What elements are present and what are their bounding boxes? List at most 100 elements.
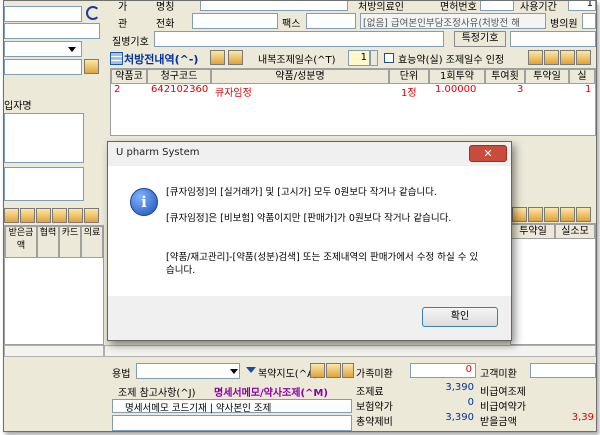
totals-panel: 가족미환 0 고객미환 조제료 3,390 비급여조제 보험약가 0 비급여약가… xyxy=(354,359,596,431)
dosing-tool-1[interactable] xyxy=(310,363,325,378)
period-field[interactable]: 1 xyxy=(568,0,596,11)
tool-icon-6[interactable] xyxy=(84,208,99,223)
grid-icon xyxy=(110,52,123,65)
col-times[interactable]: 투여횟 xyxy=(485,69,525,84)
disease-field[interactable] xyxy=(154,31,444,47)
chevron-down-icon-2[interactable] xyxy=(230,369,238,374)
dialog-message-1: [큐자임정]의 [실거래가] 및 [고시가] 모두 0원보다 작거나 같습니다. xyxy=(166,187,437,198)
lower-col-real[interactable]: 실소모 xyxy=(555,224,595,239)
statement-tab[interactable]: 명세서메모/약사조제(^M) xyxy=(214,384,328,399)
tool-icon-7[interactable] xyxy=(512,207,527,222)
lower-right-grid: 투약일 실소모 xyxy=(510,223,596,345)
eraser-icon[interactable] xyxy=(84,59,99,74)
stock-col-card[interactable]: 카드 xyxy=(59,226,81,258)
left-field-3[interactable] xyxy=(4,59,82,75)
left-stock-grid: 받은금액 협력 카드 의료 xyxy=(4,225,104,345)
name-label: 명칭 xyxy=(156,2,175,13)
tool-icon-3[interactable] xyxy=(36,208,51,223)
save-icon[interactable] xyxy=(544,50,559,65)
left-field-2[interactable] xyxy=(4,23,100,39)
search-icon[interactable] xyxy=(528,50,543,65)
exemption-text: [없음] 급여본인부담조정사유(처방전 해 xyxy=(363,18,520,29)
col-drug-code[interactable]: 약품코 xyxy=(111,69,147,84)
memo-area[interactable] xyxy=(112,415,352,431)
days-spinner[interactable] xyxy=(370,50,378,66)
col-dose[interactable]: 1회투약 xyxy=(429,69,485,84)
lower-col-days[interactable]: 투약일 xyxy=(511,224,555,239)
customer-unpaid-label: 고객미환 xyxy=(480,369,517,380)
chevron-down-icon[interactable] xyxy=(68,47,76,52)
tool-icon-2[interactable] xyxy=(20,208,35,223)
refresh-icon[interactable] xyxy=(86,6,100,20)
dosing-tool-3[interactable] xyxy=(342,363,354,378)
tool-icon-11[interactable] xyxy=(576,207,591,222)
memo-field[interactable]: 명세서메모 코드기재 | 약사본인 조제 xyxy=(112,399,352,414)
ok-button[interactable]: 확인 xyxy=(422,307,498,327)
ref-label[interactable]: 조제 참고사항(^J) xyxy=(118,384,196,399)
fax-label: 팩스 xyxy=(282,19,301,30)
table-row[interactable]: 2 642102360 큐자임정 1정 1.00000 3 1 xyxy=(111,84,595,99)
col-claim-code[interactable]: 청구코드 xyxy=(147,69,211,84)
prescription-title: 처방전내역(^-) xyxy=(124,53,199,66)
dialog-titlebar[interactable]: U pharm System ✕ xyxy=(108,142,511,166)
family-unpaid-value: 0 xyxy=(465,364,472,375)
fax-field[interactable] xyxy=(306,13,356,29)
col-drug-name[interactable]: 약품/성분명 xyxy=(211,69,389,84)
alert-dialog: U pharm System ✕ i [큐자임정]의 [실거래가] 및 [고시가… xyxy=(107,141,512,341)
tool-icon-10[interactable] xyxy=(560,207,575,222)
stock-col-coop[interactable]: 협력 xyxy=(37,226,59,258)
efficacy-checkbox[interactable] xyxy=(384,53,394,63)
efficacy-label: 효능약(실) 조제일수 인정 xyxy=(398,55,505,66)
bottom-left: 용법 복약지도(^A) 조제 참고사항(^J) 명세서메모/약사조제(^M) 명… xyxy=(110,359,354,431)
col-days[interactable]: 투약일 xyxy=(525,69,569,84)
memo-text: 명세서메모 코드기재 | 약사본인 조제 xyxy=(125,403,272,414)
days-field[interactable]: 1 xyxy=(348,50,370,66)
dialog-body: i [큐자임정]의 [실거래가] 및 [고시가] 모두 0원보다 작거나 같습니… xyxy=(108,166,511,296)
left-scrollbar[interactable] xyxy=(4,345,104,357)
period-value: 1 xyxy=(586,0,593,9)
info-icon: i xyxy=(130,188,158,216)
license-field[interactable] xyxy=(480,1,514,11)
close-icon[interactable]: ✕ xyxy=(469,145,507,162)
middle-scrollbar[interactable] xyxy=(104,345,596,357)
header-row-1: 가 명칭 처방의료인 면허번호 사용기간 1 xyxy=(110,1,596,13)
left-field-1[interactable] xyxy=(4,6,82,22)
tool-icon-1[interactable] xyxy=(4,208,19,223)
row-days: 1 xyxy=(585,84,592,95)
receivable-label: 받을금액 xyxy=(480,417,517,428)
usage-select[interactable] xyxy=(136,363,240,379)
special-code-button[interactable]: 특정기호 xyxy=(454,31,506,47)
phone-label: 전화 xyxy=(156,19,175,30)
payer-memo-1[interactable] xyxy=(4,113,84,163)
prescriber-label: 처방의료인 xyxy=(358,2,404,13)
stock-col-received[interactable]: 받은금액 xyxy=(5,226,37,258)
col-real[interactable]: 실 xyxy=(569,69,595,84)
stock-icon[interactable] xyxy=(576,50,591,65)
tool-icon-5[interactable] xyxy=(68,208,83,223)
nonpay-prep-label: 비급여조제 xyxy=(480,387,526,398)
payer-memo-2[interactable] xyxy=(4,167,84,201)
prep-fee-label: 조제료 xyxy=(356,387,384,398)
days-value: 1 xyxy=(360,52,367,63)
clinic-label: 병의원 xyxy=(550,19,578,30)
stock-col-medical[interactable]: 의료 xyxy=(81,226,103,258)
row-name: 큐자임정 xyxy=(215,88,252,99)
exemption-select[interactable]: [없음] 급여본인부담조정사유(처방전 해 xyxy=(360,13,546,29)
arrow-up-icon[interactable] xyxy=(210,50,225,65)
eraser-icon-2[interactable] xyxy=(560,50,575,65)
special-code-field[interactable] xyxy=(510,31,596,47)
arrow-down-icon[interactable] xyxy=(228,50,243,65)
row-no: 2 xyxy=(114,84,121,95)
dosing-tool-2[interactable] xyxy=(326,363,341,378)
tool-icon-8[interactable] xyxy=(528,207,543,222)
tool-icon-4[interactable] xyxy=(52,208,67,223)
app-window: 입자명 받은금액 협력 카드 의료 가 명칭 처방의료인 면허번호 사용기간 1… xyxy=(3,0,597,432)
phone-field[interactable] xyxy=(192,13,278,29)
row-times: 3 xyxy=(517,84,524,95)
clinic-field[interactable] xyxy=(582,13,596,29)
tool-icon-9[interactable] xyxy=(544,207,559,222)
tab-label-ga: 가 xyxy=(118,2,128,13)
dosing-label[interactable]: 복약지도(^A) xyxy=(258,365,318,380)
name-field[interactable] xyxy=(200,1,348,11)
col-unit[interactable]: 단위 xyxy=(389,69,429,84)
